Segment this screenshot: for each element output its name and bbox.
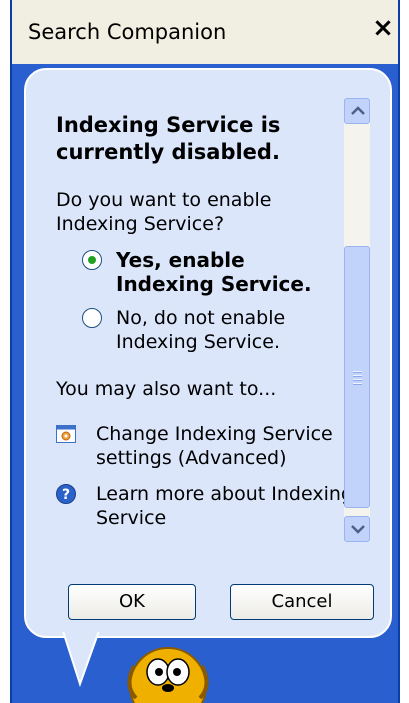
scroll-up-button[interactable] bbox=[344, 98, 370, 124]
title-bar: Search Companion × bbox=[12, 0, 398, 64]
also-want-label: You may also want to... bbox=[56, 378, 277, 400]
window-frame: Search Companion × Indexing Service is c… bbox=[0, 0, 409, 703]
scroll-thumb[interactable] bbox=[344, 246, 370, 508]
speech-bubble-panel: Indexing Service is currently disabled. … bbox=[24, 68, 392, 638]
option-no-label[interactable]: No, do not enable Indexing Service. bbox=[116, 306, 346, 354]
chevron-down-icon bbox=[351, 525, 365, 534]
thumb-grip bbox=[353, 371, 362, 387]
frame-left-border bbox=[10, 0, 12, 703]
bubble-tail bbox=[60, 628, 102, 688]
help-icon[interactable]: ? bbox=[56, 484, 76, 504]
window-title: Search Companion bbox=[28, 20, 227, 44]
panel-scrollbar[interactable] bbox=[344, 98, 370, 542]
frame-left-edge bbox=[0, 0, 10, 703]
link-learn-more-label[interactable]: Learn more about Indexing Service bbox=[96, 482, 356, 530]
rover-dog-character-icon[interactable] bbox=[118, 636, 218, 703]
cancel-button[interactable]: Cancel bbox=[230, 584, 374, 620]
chevron-up-icon bbox=[351, 106, 365, 115]
svg-text:?: ? bbox=[62, 487, 70, 503]
link-change-settings-label[interactable]: Change Indexing Service settings (Advanc… bbox=[96, 422, 356, 470]
close-icon[interactable]: × bbox=[372, 14, 394, 42]
radio-unselected-icon[interactable] bbox=[82, 308, 102, 328]
panel-question: Do you want to enable Indexing Service? bbox=[56, 189, 272, 235]
ok-button[interactable]: OK bbox=[68, 584, 196, 620]
panel-heading: Indexing Service is currently disabled. bbox=[56, 113, 281, 164]
frame-right-edge bbox=[400, 0, 409, 703]
option-yes-label[interactable]: Yes, enable Indexing Service. bbox=[116, 248, 346, 296]
settings-icon[interactable] bbox=[56, 424, 76, 444]
scroll-down-button[interactable] bbox=[344, 516, 370, 542]
radio-selected-icon[interactable] bbox=[82, 250, 102, 270]
